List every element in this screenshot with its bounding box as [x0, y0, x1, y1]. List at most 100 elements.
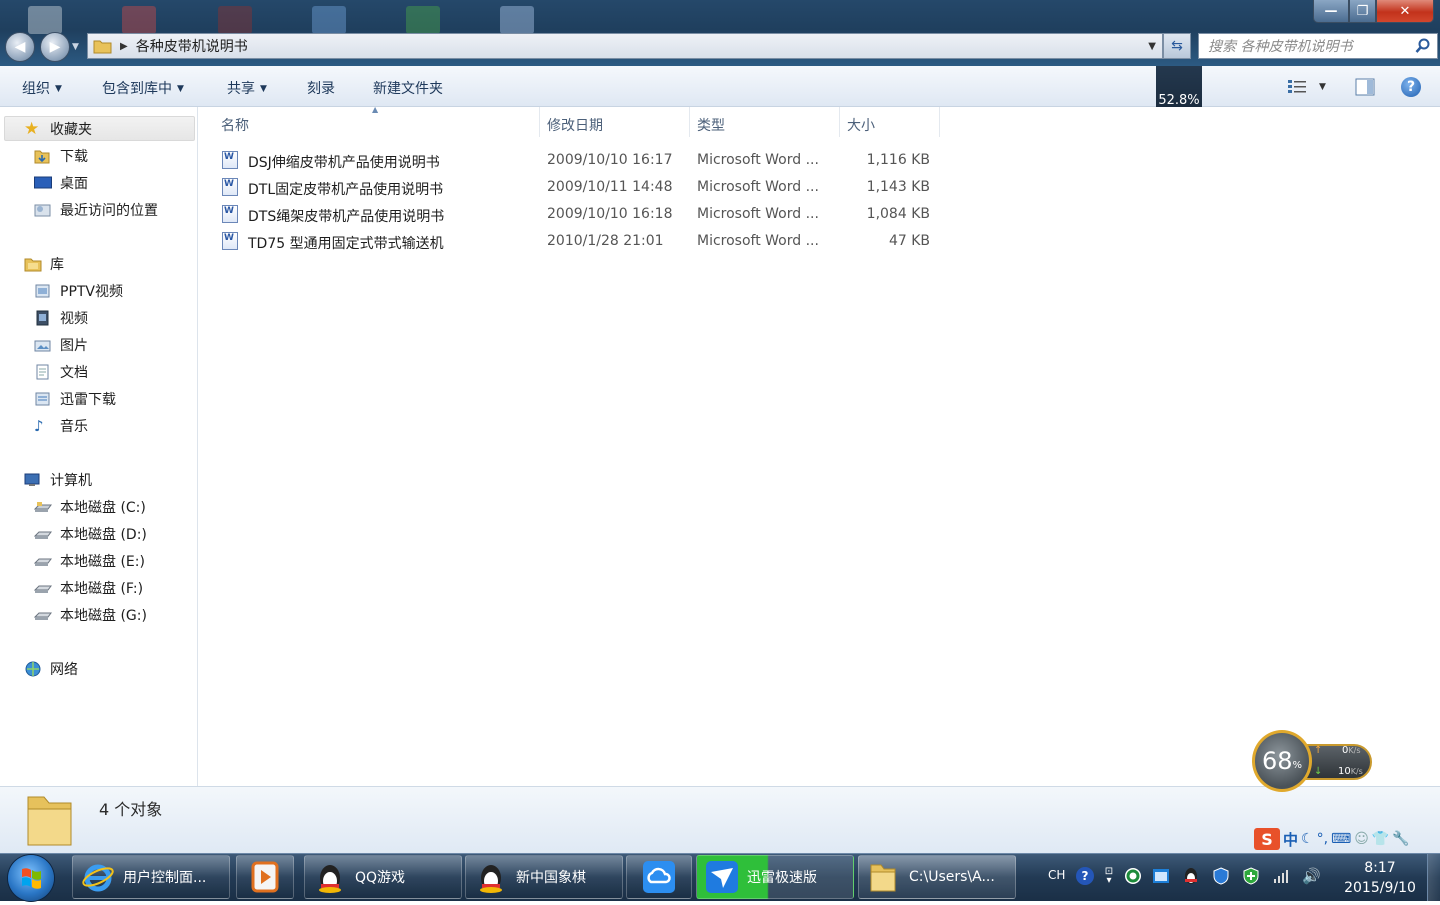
- nav-xunlei-downloads-label: 迅雷下载: [60, 392, 116, 408]
- taskbar-explorer[interactable]: C:\Users\A...: [858, 855, 1016, 899]
- windows-logo-icon: [22, 868, 41, 889]
- keyboard-icon[interactable]: ⌨: [1331, 831, 1351, 847]
- nav-libraries[interactable]: 库: [24, 252, 64, 276]
- file-row[interactable]: DSJ伸缩皮带机产品使用说明书 2009/10/10 16:17 Microso…: [220, 148, 940, 174]
- nav-recent-places-label: 最近访问的位置: [60, 203, 158, 219]
- taskbar-qq-game[interactable]: QQ游戏: [304, 855, 462, 899]
- network-signal-icon[interactable]: [1272, 867, 1290, 885]
- minimize-button[interactable]: —: [1313, 0, 1349, 23]
- column-divider[interactable]: [539, 107, 540, 137]
- view-options-icon[interactable]: [1287, 79, 1307, 95]
- nav-drive-g-label: 本地磁盘 (G:): [60, 608, 147, 624]
- nav-network[interactable]: 网络: [24, 657, 78, 681]
- taskbar-baidu-cloud[interactable]: [626, 855, 692, 899]
- tray-360-shield-icon[interactable]: [1242, 867, 1260, 885]
- forward-button[interactable]: ▶: [40, 32, 70, 62]
- taskbar-ie-control-panel[interactable]: 用户控制面...: [72, 855, 230, 899]
- column-header-size[interactable]: 大小: [847, 115, 875, 135]
- volume-icon[interactable]: 🔊: [1302, 867, 1321, 885]
- tray-overflow-icon[interactable]: ⊡ ▾: [1100, 867, 1118, 886]
- nav-drive-g[interactable]: 本地磁盘 (G:): [33, 603, 147, 627]
- word-document-icon: [222, 178, 238, 196]
- nav-documents[interactable]: 文档: [34, 360, 88, 384]
- nav-music[interactable]: ♪ 音乐: [34, 414, 88, 438]
- nav-pictures[interactable]: 图片: [34, 333, 88, 357]
- tray-help-icon[interactable]: ?: [1076, 867, 1094, 885]
- tray-language-indicator[interactable]: CH: [1048, 868, 1065, 882]
- nav-pptv-video-label: PPTV视频: [60, 284, 124, 300]
- taskbar-xunlei[interactable]: 迅雷极速版: [696, 855, 854, 899]
- user-icon[interactable]: ☺: [1354, 831, 1369, 847]
- nav-drive-c[interactable]: 本地磁盘 (C:): [33, 495, 146, 519]
- arrow-right-icon: ▶: [49, 39, 61, 55]
- file-row[interactable]: DTL固定皮带机产品使用说明书 2009/10/11 14:48 Microso…: [220, 175, 940, 201]
- word-document-icon: [222, 205, 238, 223]
- file-name: DSJ伸缩皮带机产品使用说明书: [248, 155, 440, 171]
- show-desktop-button[interactable]: [1427, 854, 1440, 901]
- back-button[interactable]: ◀: [5, 32, 35, 62]
- tray-window-icon[interactable]: [1152, 867, 1170, 885]
- column-divider[interactable]: [839, 107, 840, 137]
- include-in-library-menu[interactable]: 包含到库中 ▼: [102, 78, 184, 98]
- nav-favorites[interactable]: ★ 收藏夹: [24, 117, 92, 141]
- nav-downloads-label: 下载: [60, 149, 88, 165]
- tray-shield-icon[interactable]: [1212, 867, 1230, 885]
- nav-downloads[interactable]: 下载: [34, 144, 88, 168]
- file-date: 2009/10/10 16:17: [547, 152, 673, 168]
- organize-menu[interactable]: 组织 ▼: [22, 78, 62, 98]
- refresh-button[interactable]: ⇆: [1163, 33, 1191, 59]
- command-bar: 组织 ▼ 包含到库中 ▼ 共享 ▼ 刻录 新建文件夹 ▼ ?: [0, 66, 1440, 107]
- nav-pptv-video[interactable]: PPTV视频: [34, 279, 123, 303]
- refresh-icon: ⇆: [1171, 38, 1183, 54]
- file-type: Microsoft Word ...: [697, 179, 819, 195]
- tray-security-icon[interactable]: [1124, 867, 1142, 885]
- drive-icon: [33, 526, 52, 542]
- close-button[interactable]: ✕: [1376, 0, 1434, 23]
- column-divider[interactable]: [939, 107, 940, 137]
- file-row[interactable]: DTS绳架皮带机产品使用说明书 2009/10/10 16:18 Microso…: [220, 202, 940, 228]
- taskbar-media-player[interactable]: [236, 855, 294, 899]
- preview-pane-icon[interactable]: [1355, 78, 1375, 96]
- burn-button[interactable]: 刻录: [307, 78, 335, 98]
- qq-penguin-icon: [474, 860, 508, 894]
- tools-icon[interactable]: 🔧: [1392, 831, 1409, 847]
- ime-toolbar[interactable]: S 中 ☾ °, ⌨ ☺ 👕 🔧: [1254, 826, 1410, 852]
- speed-monitor-widget[interactable]: 68% ↑ ↓ 0K/s 10K/s: [1250, 730, 1374, 796]
- file-type: Microsoft Word ...: [697, 206, 819, 222]
- nav-desktop[interactable]: 桌面: [34, 171, 88, 195]
- nav-recent-places[interactable]: 最近访问的位置: [34, 198, 158, 222]
- taskbar-chinese-chess[interactable]: 新中国象棋: [465, 855, 623, 899]
- nav-drive-d[interactable]: 本地磁盘 (D:): [33, 522, 147, 546]
- nav-computer-label: 计算机: [50, 473, 92, 489]
- system-clock[interactable]: 8:17 2015/9/10: [1336, 858, 1424, 898]
- sogou-ime-icon[interactable]: S: [1254, 828, 1280, 850]
- address-bar[interactable]: ▶ 各种皮带机说明书 ▼: [87, 33, 1163, 59]
- search-input[interactable]: 搜索 各种皮带机说明书: [1198, 33, 1438, 59]
- nav-videos[interactable]: 视频: [34, 306, 88, 330]
- skin-icon[interactable]: 👕: [1372, 831, 1389, 847]
- help-icon[interactable]: ?: [1401, 77, 1421, 97]
- new-folder-button[interactable]: 新建文件夹: [373, 78, 443, 98]
- nav-drive-f[interactable]: 本地磁盘 (F:): [33, 576, 143, 600]
- sort-ascending-icon: ▲: [372, 105, 379, 114]
- nav-xunlei-downloads[interactable]: 迅雷下载: [34, 387, 116, 411]
- nav-computer[interactable]: 计算机: [24, 468, 92, 492]
- column-header-date-modified[interactable]: 修改日期: [547, 115, 603, 135]
- video-library-icon: [34, 310, 52, 326]
- nav-drive-e[interactable]: 本地磁盘 (E:): [33, 549, 145, 573]
- ime-language-mode[interactable]: 中: [1283, 829, 1298, 850]
- column-header-name[interactable]: 名称: [221, 115, 249, 135]
- share-menu[interactable]: 共享 ▼: [227, 78, 267, 98]
- tray-qq-icon[interactable]: [1182, 867, 1200, 885]
- moon-icon[interactable]: ☾: [1301, 831, 1314, 847]
- start-button[interactable]: [8, 855, 54, 901]
- file-row[interactable]: TD75 型通用固定式带式输送机 2010/1/28 21:01 Microso…: [220, 229, 940, 255]
- maximize-button[interactable]: ❐: [1349, 0, 1376, 23]
- address-dropdown-icon[interactable]: ▼: [1148, 41, 1156, 52]
- view-dropdown-icon[interactable]: ▼: [1319, 82, 1326, 92]
- recent-pages-chevron-icon[interactable]: ▼: [72, 42, 79, 52]
- punctuation-icon[interactable]: °,: [1317, 831, 1328, 847]
- column-header-type[interactable]: 类型: [697, 115, 725, 135]
- breadcrumb-current[interactable]: 各种皮带机说明书: [136, 36, 248, 56]
- column-divider[interactable]: [689, 107, 690, 137]
